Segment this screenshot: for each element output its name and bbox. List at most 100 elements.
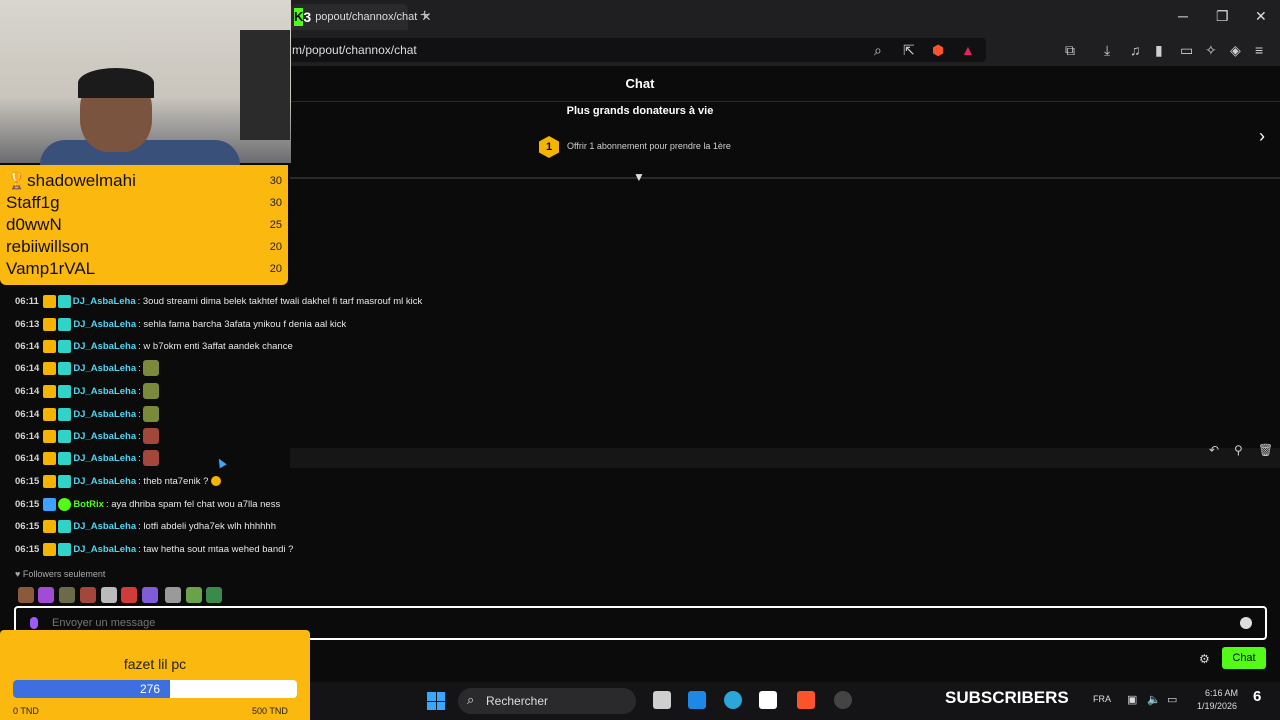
edge-icon[interactable] [724,691,742,709]
app-icon[interactable] [688,691,706,709]
emote-icon [142,360,159,376]
goal-title: fazet lil pc [123,656,187,672]
emote-picker-item[interactable] [18,587,34,603]
chevron-right-icon[interactable]: › [1259,126,1265,147]
emote-picker-item[interactable] [101,587,117,603]
message-text: : [138,452,141,464]
message-username[interactable]: DJ_AsbaLeha [73,363,136,374]
delete-icon[interactable]: 🗑 [1258,443,1273,457]
message-username[interactable]: DJ_AsbaLeha [73,544,136,555]
chat-message: 06:15 BotRix: aya dhriba spam fel chat wo… [15,494,280,514]
clock-time[interactable]: 6:16 AM [1205,688,1238,698]
message-username[interactable]: DJ_AsbaLeha [73,409,136,420]
wallet-icon[interactable]: ▭ [1180,42,1193,59]
leo-icon[interactable]: ✧ [1205,42,1217,59]
pin-icon[interactable]: ⚲ [1234,443,1243,457]
close-window-button[interactable]: ✕ [1255,8,1267,25]
goal-max-label: 500 TND [252,706,288,716]
chat-send-button[interactable]: Chat [1222,647,1266,669]
brave-icon[interactable] [797,691,815,709]
message-username[interactable]: DJ_AsbaLeha [73,476,136,487]
emote-picker-item[interactable] [121,587,137,603]
tab-title: popout/channox/chat [315,11,418,23]
file-explorer-icon[interactable] [653,691,671,709]
network-icon[interactable]: ▣ [1127,693,1137,706]
leaderboard-value: 30 [269,197,282,209]
donors-title: Plus grands donateurs à vie [566,105,714,117]
gear-icon[interactable]: ⚙ [1199,652,1210,666]
volume-icon[interactable]: 🔈 [1147,693,1161,706]
music-icon[interactable]: ♫ [1130,42,1141,58]
message-username[interactable]: DJ_AsbaLeha [73,319,136,330]
reply-icon[interactable]: ↶ [1209,443,1219,457]
emote-picker-item[interactable] [165,587,181,603]
collapse-pinned-icon[interactable]: ▼ [633,170,645,184]
notification-count[interactable]: 6 [1253,688,1261,705]
message-timestamp: 06:14 [15,385,40,397]
minimize-button[interactable]: ─ [1178,8,1188,24]
maximize-button[interactable]: ❐ [1216,8,1229,25]
leaderboard-row: Staff1g 30 [6,192,282,214]
chat-message: 06:14 DJ_AsbaLeha: [15,426,159,446]
vpn-icon[interactable]: ◈ [1230,42,1241,59]
sidebar-icon[interactable]: ▮ [1155,42,1163,59]
chat-message: 06:15 DJ_AsbaLeha: theb nta7enik ? [15,471,222,491]
emote-picker-item[interactable] [38,587,54,603]
taskbar-search[interactable]: Rechercher [458,688,636,714]
leaderboard-name: 🏆shadowelmahi [6,171,136,190]
windows-start-icon[interactable] [427,692,445,710]
brave-rewards-icon[interactable]: ▲ [961,42,975,58]
obs-icon[interactable] [834,691,852,709]
message-username[interactable]: DJ_AsbaLeha [73,431,136,442]
emote-picker-item[interactable] [186,587,202,603]
menu-icon[interactable]: ≡ [1255,42,1263,58]
message-username[interactable]: DJ_AsbaLeha [73,296,136,307]
message-text: : [138,385,141,397]
header-divider [290,101,1280,102]
emoji-icon[interactable] [1240,617,1252,629]
message-timestamp: 06:15 [15,498,40,510]
new-tab-button[interactable]: + [420,7,429,25]
emote-icon [142,428,159,444]
app-icon[interactable] [759,691,777,709]
mic-icon[interactable] [30,617,38,629]
chat-title: Chat [625,76,655,91]
trophy-icon: 🏆 [6,171,28,190]
message-username[interactable]: DJ_AsbaLeha [73,341,136,352]
emote-icon [142,406,159,422]
emote-picker-item[interactable] [80,587,96,603]
kick-logo-icon: K [294,8,304,26]
share-icon[interactable]: ⇱ [903,42,915,59]
subscriber-badge-icon [58,407,72,421]
emote-picker-item[interactable] [206,587,222,603]
leaderboard-value: 25 [269,219,282,231]
crown-badge-icon [43,451,57,465]
chat-message-input[interactable] [52,617,1152,629]
zoom-icon[interactable]: ⌕ [874,42,882,59]
message-username[interactable]: DJ_AsbaLeha [73,453,136,464]
message-username[interactable]: DJ_AsbaLeha [73,386,136,397]
leaderboard-name: Staff1g [6,193,60,212]
search-icon: ⌕ [467,692,475,707]
crown-badge-icon [43,542,57,556]
battery-icon[interactable]: ▭ [1167,693,1177,706]
message-timestamp: 06:14 [15,408,40,420]
leaderboard-row: 🏆shadowelmahi 30 [6,170,282,192]
clock-date[interactable]: 1/19/2026 [1197,701,1237,711]
donors-offer-link[interactable]: Offrir 1 abonnement pour prendre la 1ère [567,141,731,151]
message-username[interactable]: BotRix [73,499,104,510]
chat-message: 06:14 DJ_AsbaLeha: [15,404,159,424]
emote-picker-item[interactable] [59,587,75,603]
brave-shield-icon[interactable]: ⬢ [932,42,944,59]
leaderboard-row: rebiiwillson 20 [6,236,282,258]
browser-tab[interactable]: K 3 popout/channox/chat ✕ [290,4,431,30]
language-indicator[interactable]: FRA [1093,694,1111,704]
goal-min-label: 0 TND [13,706,39,716]
message-username[interactable]: DJ_AsbaLeha [73,521,136,532]
download-icon[interactable]: ⤓ [1104,42,1110,59]
screenshot-icon[interactable]: ⧉ [1065,42,1075,59]
tab-count-badge: 3 [303,9,312,25]
emote-picker-item[interactable] [142,587,158,603]
crown-badge-icon [43,474,57,488]
message-timestamp: 06:15 [15,543,40,555]
